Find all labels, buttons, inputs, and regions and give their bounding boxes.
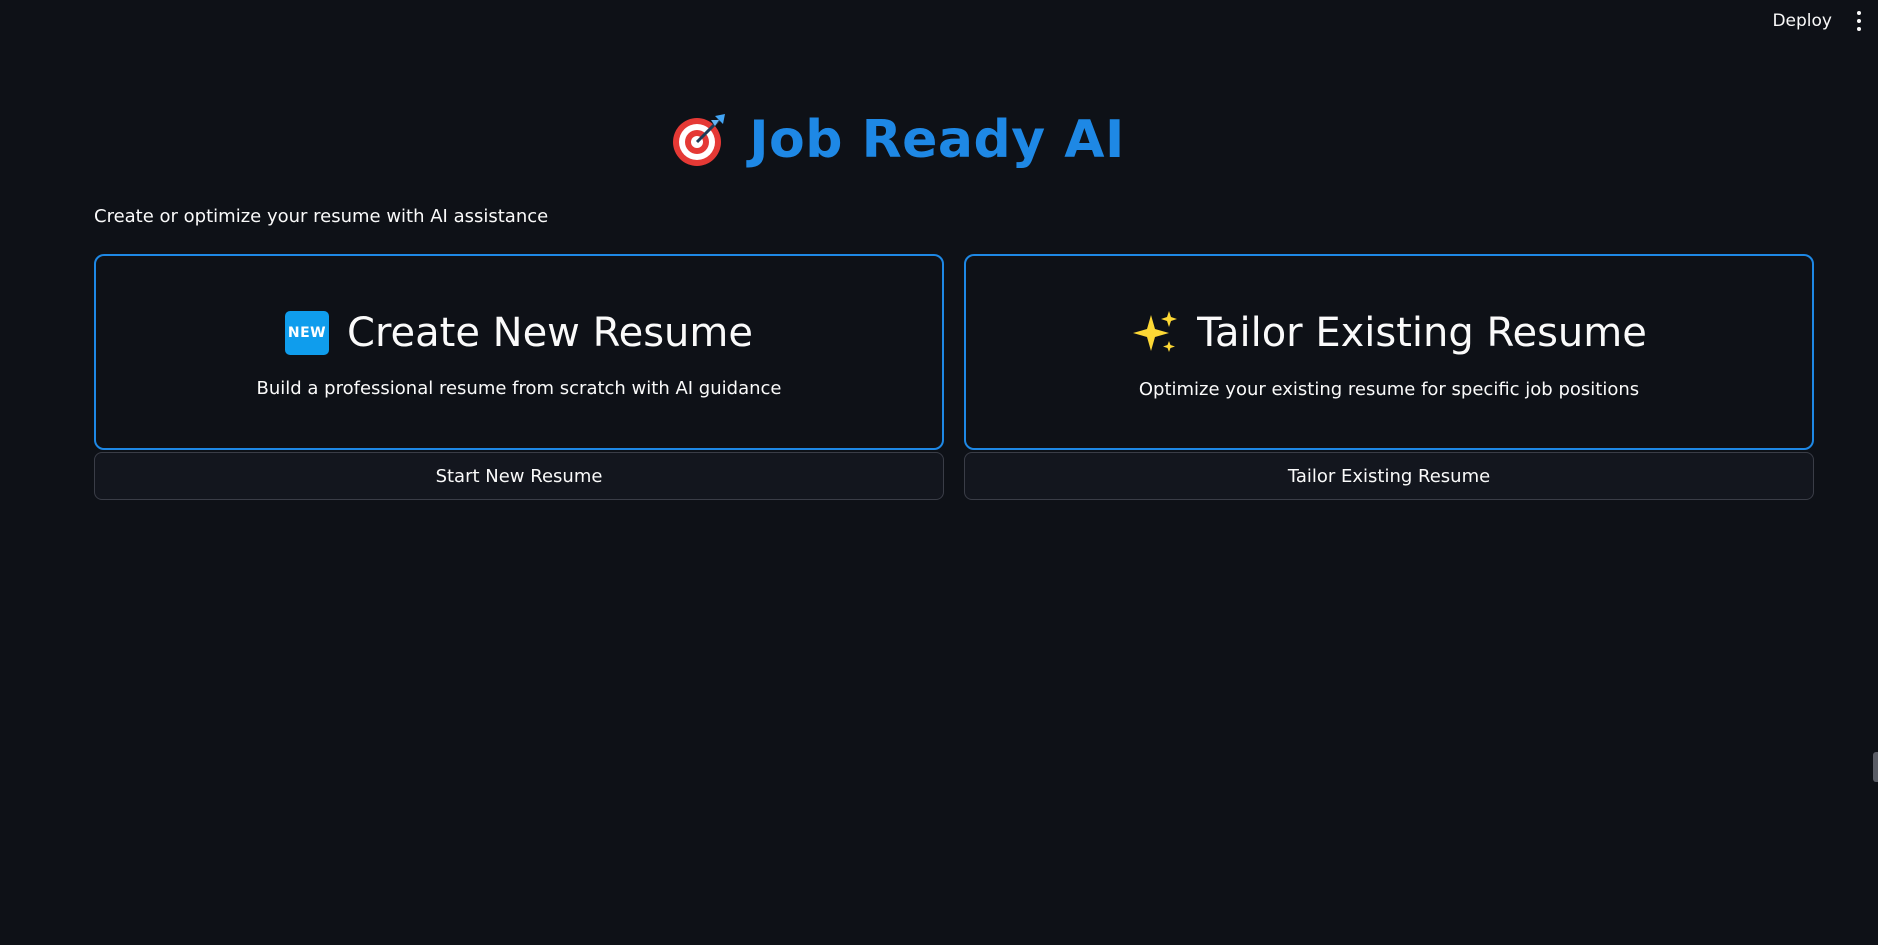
create-resume-card: NEW Create New Resume Build a profession… bbox=[94, 254, 944, 450]
card-description: Build a professional resume from scratch… bbox=[256, 377, 782, 399]
start-new-resume-button[interactable]: Start New Resume bbox=[94, 452, 944, 500]
page-subtitle: Create or optimize your resume with AI a… bbox=[94, 206, 549, 227]
option-cards: NEW Create New Resume Build a profession… bbox=[94, 254, 1814, 500]
card-header: Tailor Existing Resume bbox=[1131, 309, 1647, 357]
vertical-ellipsis-icon[interactable] bbox=[1854, 11, 1864, 31]
card-title: Tailor Existing Resume bbox=[1197, 309, 1647, 356]
new-button-icon: NEW bbox=[285, 310, 330, 355]
top-toolbar: Deploy bbox=[1764, 0, 1878, 42]
card-header: NEW Create New Resume bbox=[285, 310, 753, 356]
page-header: Job Ready AI bbox=[38, 110, 1758, 170]
create-resume-column: NEW Create New Resume Build a profession… bbox=[94, 254, 944, 500]
deploy-button[interactable]: Deploy bbox=[1764, 7, 1840, 35]
sparkles-icon bbox=[1131, 309, 1179, 357]
tailor-resume-card: Tailor Existing Resume Optimize your exi… bbox=[964, 254, 1814, 450]
app-page: Deploy Job Ready AI Create or optimize y… bbox=[0, 0, 1878, 945]
scrollbar-thumb[interactable] bbox=[1873, 752, 1878, 782]
page-title: Job Ready AI bbox=[749, 110, 1125, 170]
tailor-existing-resume-button[interactable]: Tailor Existing Resume bbox=[964, 452, 1814, 500]
card-description: Optimize your existing resume for specif… bbox=[1138, 378, 1640, 400]
card-title: Create New Resume bbox=[347, 309, 753, 356]
tailor-resume-column: Tailor Existing Resume Optimize your exi… bbox=[964, 254, 1814, 500]
direct-hit-target-icon bbox=[671, 112, 727, 168]
